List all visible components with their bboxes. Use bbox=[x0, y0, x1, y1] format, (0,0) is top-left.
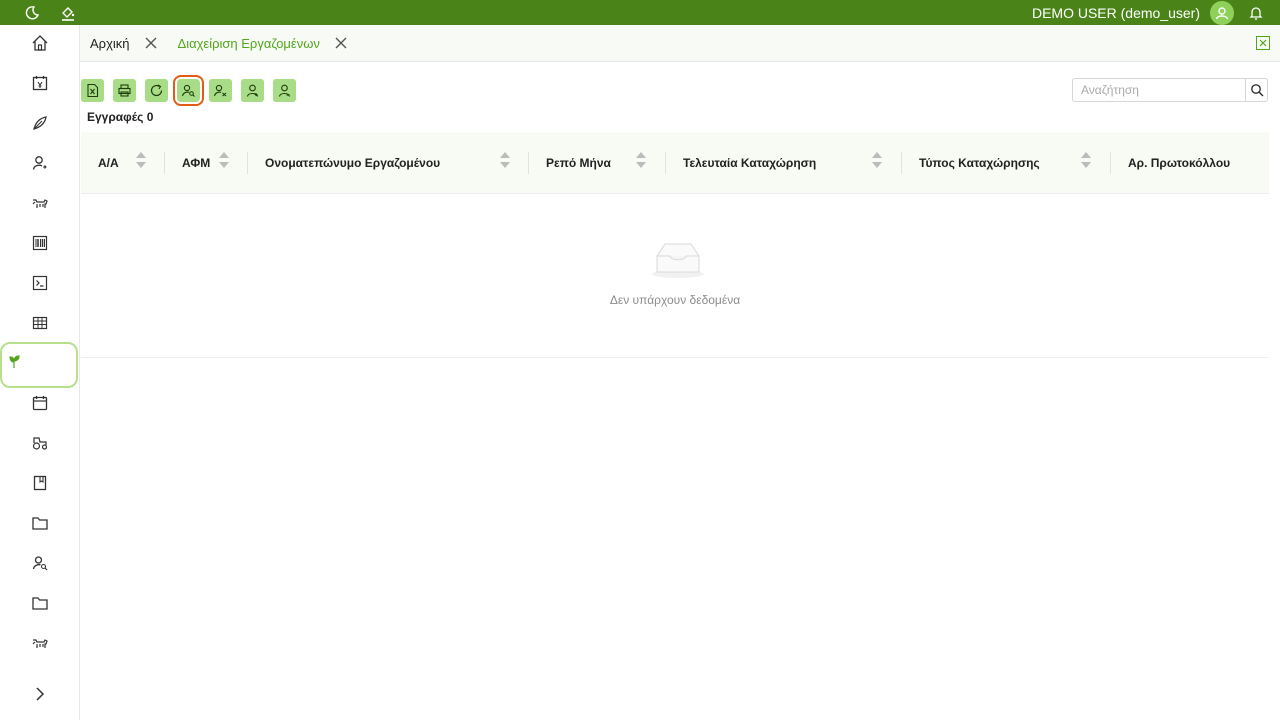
sort-control[interactable] bbox=[219, 132, 229, 194]
table-empty-state: Δεν υπάρχουν δεδομένα bbox=[81, 194, 1269, 358]
print-button[interactable] bbox=[113, 79, 136, 102]
empty-text: Δεν υπάρχουν δεδομένα bbox=[609, 293, 741, 307]
close-all-tabs-icon[interactable] bbox=[1256, 36, 1270, 50]
column-label: Τύπος Καταχώρησης bbox=[919, 156, 1040, 170]
column-header-aa[interactable]: Α/Α bbox=[98, 132, 119, 194]
column-header-protocol-number[interactable]: Αρ. Πρωτοκόλλου bbox=[1128, 132, 1230, 194]
cow-icon bbox=[32, 639, 48, 648]
close-icon[interactable] bbox=[144, 36, 158, 50]
sidebar-item-payments[interactable] bbox=[0, 63, 80, 103]
tab-employee-management[interactable]: Διαχείριση Εργαζομένων bbox=[168, 25, 358, 62]
toolbar bbox=[81, 75, 296, 106]
excel-export-icon bbox=[87, 83, 99, 98]
refresh-button[interactable] bbox=[145, 79, 168, 102]
column-header-monthly-rest[interactable]: Ρεπό Μήνα bbox=[546, 132, 611, 194]
sidebar-item-employees[interactable] bbox=[0, 342, 80, 382]
sort-control[interactable] bbox=[500, 132, 510, 194]
column-label: Αρ. Πρωτοκόλλου bbox=[1128, 156, 1231, 170]
sort-control[interactable] bbox=[1081, 132, 1091, 194]
column-header-entry-type[interactable]: Τύπος Καταχώρησης bbox=[919, 132, 1040, 194]
add-user-button[interactable] bbox=[241, 79, 264, 102]
remove-user-button[interactable] bbox=[273, 79, 296, 102]
tab-label: Αρχική bbox=[90, 35, 130, 51]
records-count: Εγγραφές 0 bbox=[87, 110, 154, 124]
column-label: Τελευταία Καταχώρηση bbox=[683, 156, 817, 170]
sidebar-item-livestock[interactable] bbox=[0, 183, 80, 223]
column-header-afm[interactable]: ΑΦΜ bbox=[182, 132, 210, 194]
paint-bucket-icon[interactable] bbox=[60, 5, 76, 21]
sidebar-item-documents[interactable] bbox=[0, 463, 80, 503]
user-search-button[interactable] bbox=[173, 75, 204, 106]
export-excel-button[interactable] bbox=[81, 79, 104, 102]
column-label: Α/Α bbox=[98, 156, 119, 170]
top-bar: DEMO USER (demo_user) bbox=[0, 0, 1280, 25]
barcode-icon bbox=[32, 235, 48, 251]
column-label: Ονοματεπώνυμο Εργαζομένου bbox=[265, 156, 441, 170]
folder-icon bbox=[32, 597, 48, 610]
sidebar-item-user-search[interactable] bbox=[0, 543, 80, 583]
user-search-icon bbox=[181, 84, 195, 97]
empty-inbox-icon bbox=[652, 243, 704, 278]
cow-icon bbox=[32, 199, 48, 208]
folder-icon bbox=[32, 517, 48, 530]
tab-bar: Αρχική Διαχείριση Εργαζομένων bbox=[80, 25, 1280, 62]
search-input[interactable] bbox=[1073, 79, 1245, 101]
sort-control[interactable] bbox=[872, 132, 882, 194]
sidebar-item-users[interactable] bbox=[0, 143, 80, 183]
sidebar bbox=[0, 25, 80, 720]
column-label: ΑΦΜ bbox=[182, 156, 211, 170]
tractor-icon bbox=[32, 437, 48, 450]
column-header-last-entry[interactable]: Τελευταία Καταχώρηση bbox=[683, 132, 816, 194]
sort-control[interactable] bbox=[636, 132, 646, 194]
sidebar-item-folder[interactable] bbox=[0, 503, 80, 543]
table-header: Α/Α ΑΦΜ Ονοματεπώνυμο Εργαζομένου Ρεπό Μ… bbox=[81, 132, 1269, 194]
calendar-money-icon bbox=[32, 76, 48, 91]
bell-icon[interactable] bbox=[1248, 5, 1264, 21]
chevron-right-icon bbox=[36, 687, 45, 701]
moon-icon[interactable] bbox=[24, 5, 40, 21]
sidebar-item-folder-2[interactable] bbox=[0, 583, 80, 623]
sidebar-expand-button[interactable] bbox=[0, 674, 80, 714]
sidebar-item-tables[interactable] bbox=[0, 303, 80, 343]
tab-home[interactable]: Αρχική bbox=[80, 25, 168, 62]
sidebar-item-livestock-2[interactable] bbox=[0, 623, 80, 663]
avatar[interactable] bbox=[1210, 0, 1234, 25]
user-minus-icon bbox=[278, 84, 291, 97]
book-icon bbox=[33, 475, 47, 491]
user-add-icon bbox=[246, 84, 259, 97]
search-button[interactable] bbox=[1245, 79, 1267, 101]
sidebar-item-calendar[interactable] bbox=[0, 383, 80, 423]
user-sync-icon bbox=[32, 156, 47, 170]
column-label: Ρεπό Μήνα bbox=[546, 156, 611, 170]
calendar-icon bbox=[32, 396, 48, 411]
sidebar-item-crops[interactable] bbox=[0, 103, 80, 143]
refresh-icon bbox=[150, 84, 163, 97]
terminal-icon bbox=[32, 275, 48, 291]
user-remove-button[interactable] bbox=[209, 79, 232, 102]
sidebar-item-console[interactable] bbox=[0, 263, 80, 303]
user-name: DEMO USER (demo_user) bbox=[1031, 4, 1200, 21]
sort-control[interactable] bbox=[136, 132, 146, 194]
sidebar-item-home[interactable] bbox=[0, 23, 80, 63]
table-icon bbox=[32, 316, 48, 330]
search-icon bbox=[1250, 84, 1264, 97]
close-icon[interactable] bbox=[334, 36, 348, 50]
sidebar-item-barcodes[interactable] bbox=[0, 223, 80, 263]
printer-icon bbox=[118, 84, 131, 97]
user-search-icon bbox=[32, 556, 48, 571]
user-remove-icon bbox=[213, 84, 227, 97]
search-box bbox=[1072, 78, 1268, 102]
leaf-icon bbox=[33, 116, 47, 130]
column-header-employee-name[interactable]: Ονοματεπώνυμο Εργαζομένου bbox=[265, 132, 440, 194]
sidebar-item-machinery[interactable] bbox=[0, 423, 80, 463]
tab-label: Διαχείριση Εργαζομένων bbox=[177, 35, 320, 51]
plant-icon bbox=[9, 355, 20, 368]
home-icon bbox=[32, 35, 48, 51]
